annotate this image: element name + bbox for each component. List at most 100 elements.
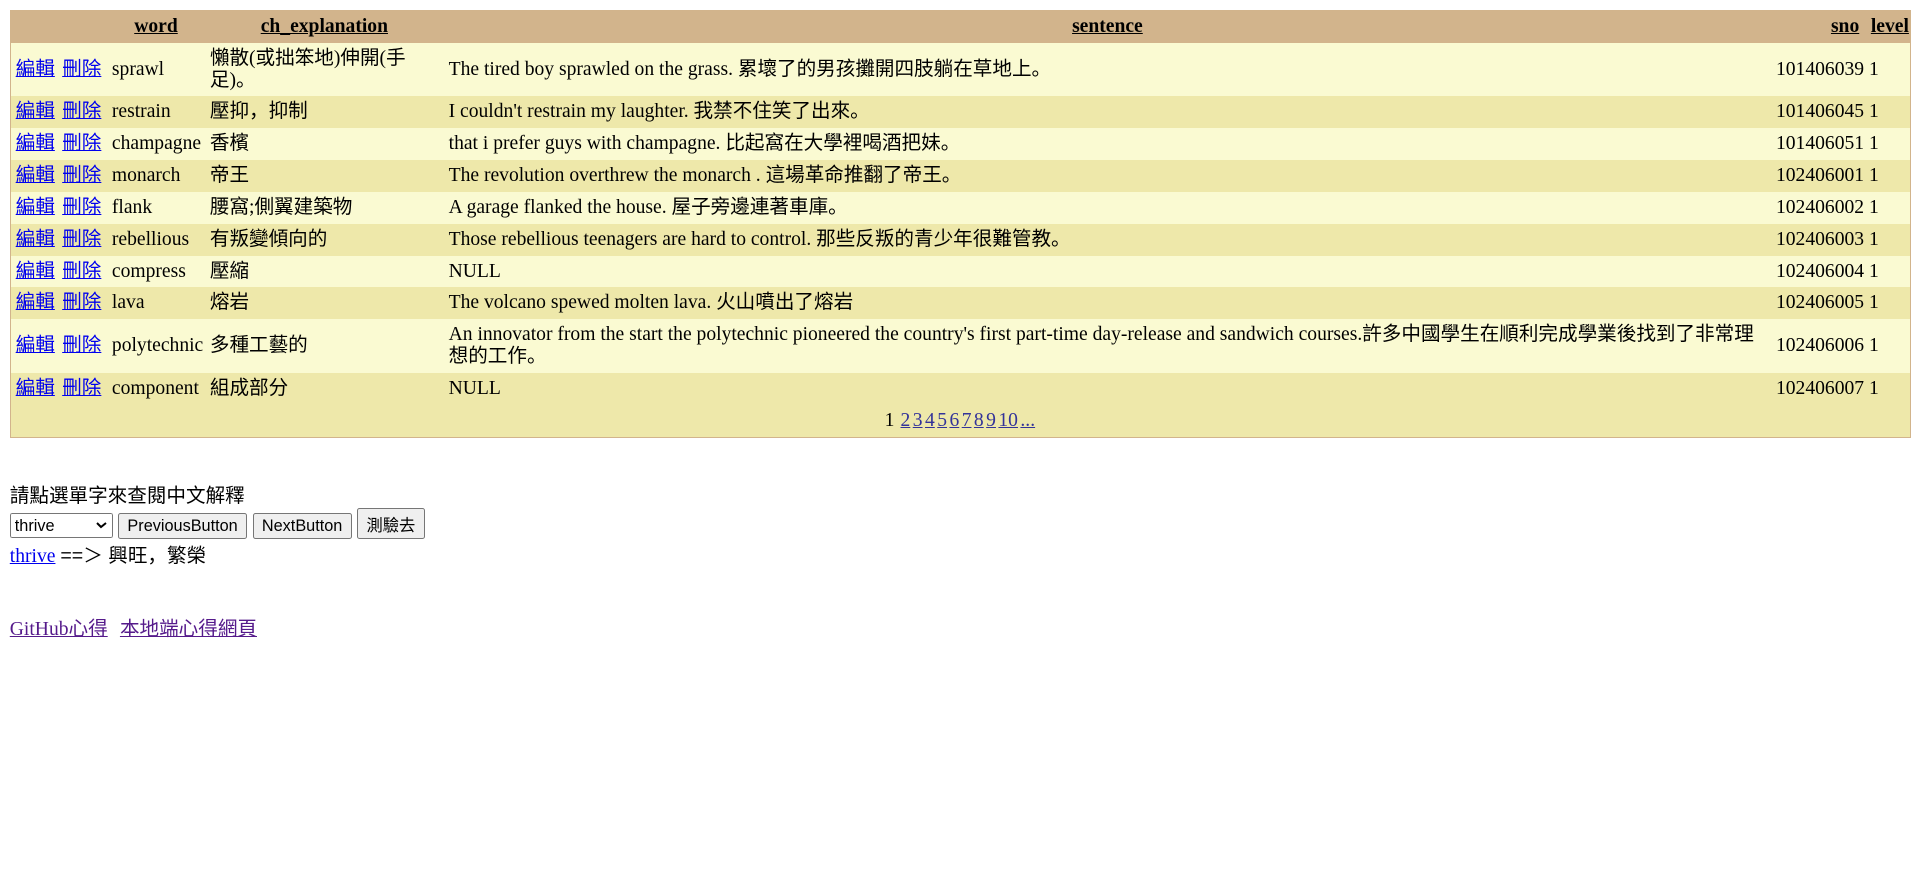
- pager-link[interactable]: 7: [962, 410, 972, 431]
- actions-cell: 編輯 刪除: [10, 96, 108, 129]
- edit-link[interactable]: 編輯: [16, 378, 55, 399]
- lookup-result: thrive ==＞ 興旺，繁榮: [10, 539, 1910, 568]
- word-cell: rebellious: [107, 223, 205, 256]
- local-notes-link[interactable]: 本地端心得網頁: [120, 619, 257, 640]
- sno-cell: 101406051: [1771, 128, 1865, 161]
- pager-current: 1: [884, 409, 895, 431]
- edit-link[interactable]: 編輯: [16, 229, 55, 250]
- edit-link[interactable]: 編輯: [16, 261, 55, 282]
- pager-link[interactable]: 4: [925, 410, 935, 431]
- sno-cell: 102406005: [1771, 287, 1865, 320]
- sno-cell: 102406001: [1771, 160, 1865, 192]
- table-row: 編輯 刪除 monarch 帝王 The revolution overthrew th…: [10, 160, 1911, 192]
- actions-cell: 編輯 刪除: [10, 373, 108, 405]
- sentence-cell: that i prefer guys with champagne. 比起窩在大…: [443, 128, 1772, 161]
- github-notes-link[interactable]: GitHub心得: [10, 619, 108, 640]
- sort-sno-link[interactable]: sno: [1831, 16, 1859, 37]
- pager-link[interactable]: 2: [901, 410, 911, 431]
- pager-link[interactable]: 6: [949, 410, 959, 431]
- result-explanation: ==＞ 興旺，繁榮: [60, 544, 207, 567]
- header-sentence: sentence: [443, 10, 1772, 43]
- delete-link[interactable]: 刪除: [62, 59, 101, 80]
- ch-explanation-cell: 帝王: [204, 160, 444, 192]
- delete-link[interactable]: 刪除: [62, 292, 101, 313]
- table-row: 編輯 刪除 compress 壓縮 NULL 102406004 1: [10, 255, 1911, 288]
- sno-cell: 102406002: [1771, 191, 1865, 224]
- pager-link[interactable]: 5: [937, 410, 947, 431]
- delete-link[interactable]: 刪除: [62, 197, 101, 218]
- header-level: level: [1864, 10, 1911, 43]
- lookup-instruction: 請點選單字來查閱中文解釋: [9, 485, 245, 508]
- word-cell: restrain: [107, 96, 205, 129]
- level-cell: 1: [1864, 191, 1911, 224]
- delete-link[interactable]: 刪除: [62, 335, 101, 356]
- delete-link[interactable]: 刪除: [62, 165, 101, 186]
- table-header-row: word ch_explanation sentence sno level: [10, 10, 1911, 43]
- word-select[interactable]: thrive: [9, 513, 113, 538]
- previous-button[interactable]: PreviousButton: [118, 513, 248, 539]
- level-cell: 1: [1864, 319, 1911, 374]
- edit-link[interactable]: 編輯: [16, 292, 55, 313]
- ch-explanation-cell: 有叛變傾向的: [204, 223, 444, 256]
- ch-explanation-cell: 組成部分: [204, 373, 444, 405]
- word-cell: monarch: [107, 160, 205, 192]
- sort-level-link[interactable]: level: [1871, 16, 1909, 37]
- ch-explanation-cell: 熔岩: [204, 287, 444, 320]
- level-cell: 1: [1864, 373, 1911, 405]
- table-row: 編輯 刪除 sprawl 懶散(或拙笨地)伸開(手足)。 The tired boy s…: [10, 42, 1911, 97]
- edit-link[interactable]: 編輯: [16, 165, 55, 186]
- header-actions: [10, 10, 108, 43]
- sort-word-link[interactable]: word: [134, 16, 178, 37]
- quiz-button[interactable]: 測驗去: [357, 508, 425, 539]
- sort-sentence-link[interactable]: sentence: [1072, 16, 1143, 37]
- word-cell: compress: [107, 255, 205, 288]
- delete-link[interactable]: 刪除: [62, 261, 101, 282]
- sentence-cell: The volcano spewed molten lava. 火山噴出了熔岩: [443, 287, 1772, 320]
- sentence-cell: The tired boy sprawled on the grass. 累壞了…: [443, 42, 1772, 97]
- actions-cell: 編輯 刪除: [10, 287, 108, 320]
- level-cell: 1: [1864, 160, 1911, 192]
- delete-link[interactable]: 刪除: [62, 378, 101, 399]
- sort-ch-explanation-link[interactable]: ch_explanation: [261, 16, 388, 37]
- ch-explanation-cell: 壓縮: [204, 255, 444, 288]
- actions-cell: 編輯 刪除: [10, 128, 108, 161]
- word-cell: lava: [107, 287, 205, 320]
- ch-explanation-cell: 多種工藝的: [204, 319, 444, 374]
- footer-links: GitHub心得 本地端心得網頁: [10, 612, 1910, 641]
- actions-cell: 編輯 刪除: [10, 255, 108, 288]
- actions-cell: 編輯 刪除: [10, 319, 108, 374]
- word-cell: polytechnic: [107, 319, 205, 374]
- table-row: 編輯 刪除 champagne 香檳 that i prefer guys with c…: [10, 128, 1911, 161]
- word-cell: champagne: [107, 128, 205, 161]
- actions-cell: 編輯 刪除: [10, 42, 108, 97]
- result-word-link[interactable]: thrive: [10, 546, 56, 567]
- ch-explanation-cell: 壓抑，抑制: [204, 96, 444, 129]
- edit-link[interactable]: 編輯: [16, 101, 55, 122]
- edit-link[interactable]: 編輯: [16, 59, 55, 80]
- edit-link[interactable]: 編輯: [16, 197, 55, 218]
- sentence-cell: An innovator from the start the polytech…: [443, 319, 1772, 374]
- sentence-cell: NULL: [443, 373, 1772, 405]
- delete-link[interactable]: 刪除: [62, 229, 101, 250]
- actions-cell: 編輯 刪除: [10, 191, 108, 224]
- delete-link[interactable]: 刪除: [62, 133, 101, 154]
- word-cell: flank: [107, 191, 205, 224]
- ch-explanation-cell: 香檳: [204, 128, 444, 161]
- next-button[interactable]: NextButton: [252, 513, 352, 539]
- lookup-section: 請點選單字來查閱中文解釋 thrive PreviousButton NextB…: [9, 479, 1910, 568]
- pager-link[interactable]: 10: [998, 410, 1018, 431]
- delete-link[interactable]: 刪除: [62, 101, 101, 122]
- header-sno: sno: [1771, 10, 1865, 43]
- pager-link[interactable]: 8: [974, 410, 984, 431]
- level-cell: 1: [1864, 96, 1911, 129]
- edit-link[interactable]: 編輯: [16, 133, 55, 154]
- header-ch-explanation: ch_explanation: [204, 10, 444, 43]
- edit-link[interactable]: 編輯: [16, 335, 55, 356]
- pager-link[interactable]: 3: [913, 410, 923, 431]
- ch-explanation-cell: 懶散(或拙笨地)伸開(手足)。: [204, 42, 444, 97]
- pager-link[interactable]: ...: [1020, 410, 1035, 431]
- table-row: 編輯 刪除 restrain 壓抑，抑制 I couldn't restrain my …: [10, 96, 1911, 129]
- pager-link[interactable]: 9: [986, 410, 996, 431]
- sentence-cell: I couldn't restrain my laughter. 我禁不住笑了出…: [443, 96, 1772, 129]
- sno-cell: 101406039: [1771, 42, 1865, 97]
